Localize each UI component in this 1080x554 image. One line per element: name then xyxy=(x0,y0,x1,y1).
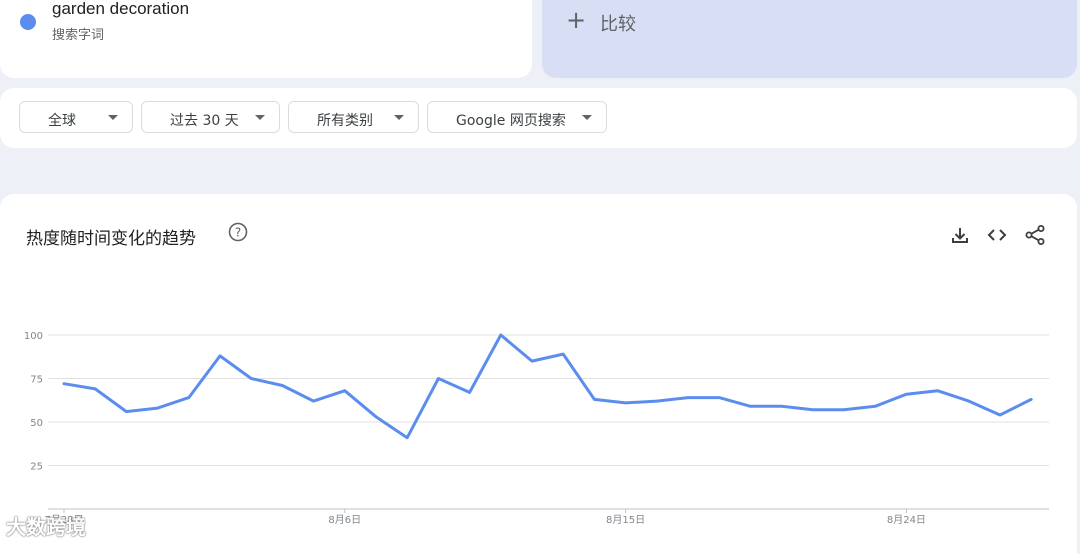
search-type-filter-label: Google 网页搜索 xyxy=(456,113,566,129)
data-point[interactable] xyxy=(432,373,444,385)
data-point[interactable] xyxy=(807,404,819,416)
search-type-filter[interactable]: Google 网页搜索 xyxy=(427,101,607,133)
plus-icon: + xyxy=(566,6,587,34)
data-point[interactable] xyxy=(464,386,476,398)
chart-title: 热度随时间变化的趋势 xyxy=(26,229,196,249)
time-range-filter[interactable]: 过去 30 天 xyxy=(141,101,280,133)
search-term-name[interactable]: garden decoration xyxy=(52,0,189,19)
watermark-logo: 大数跨境 xyxy=(6,515,86,539)
data-point[interactable] xyxy=(370,411,382,423)
search-term-card[interactable]: garden decoration 搜索字词 xyxy=(0,0,532,78)
data-point[interactable] xyxy=(588,393,600,405)
x-tick-label: 8月6日 xyxy=(328,514,361,526)
y-tick-label: 50 xyxy=(30,418,43,429)
x-tick-label: 8月24日 xyxy=(887,514,926,526)
data-point[interactable] xyxy=(152,402,164,414)
time-range-filter-label: 过去 30 天 xyxy=(170,113,239,129)
data-point[interactable] xyxy=(214,350,226,362)
data-point[interactable] xyxy=(682,392,694,404)
category-filter-label: 所有类别 xyxy=(317,113,373,129)
series-color-dot xyxy=(20,14,36,30)
data-point[interactable] xyxy=(308,395,320,407)
data-point[interactable] xyxy=(526,355,538,367)
region-filter[interactable]: 全球 xyxy=(19,101,133,133)
category-filter[interactable]: 所有类别 xyxy=(288,101,419,133)
compare-label: 比较 xyxy=(600,14,636,35)
data-point[interactable] xyxy=(744,400,756,412)
interest-over-time-card: 热度随时间变化的趋势 ? 25 50 75 100 7月28日 8月6日 8月15日 8月2… xyxy=(0,194,1077,554)
svg-text:?: ? xyxy=(235,225,241,239)
data-point[interactable] xyxy=(276,379,288,391)
region-filter-label: 全球 xyxy=(48,113,76,129)
data-point[interactable] xyxy=(651,395,663,407)
y-tick-label: 25 xyxy=(30,462,43,473)
data-point[interactable] xyxy=(339,385,351,397)
caret-down-icon xyxy=(582,115,592,120)
filter-bar: 全球 过去 30 天 所有类别 Google 网页搜索 xyxy=(0,88,1077,148)
data-point[interactable] xyxy=(557,348,569,360)
download-icon[interactable] xyxy=(949,224,971,246)
data-point[interactable] xyxy=(495,329,507,341)
data-point[interactable] xyxy=(932,385,944,397)
trend-line-chart: 255075100 7月28日 8月6日 8月15日 8月24日 xyxy=(24,329,1049,526)
data-point[interactable] xyxy=(776,400,788,412)
search-term-subtitle: 搜索字词 xyxy=(52,28,105,43)
data-point[interactable] xyxy=(120,406,132,418)
data-point[interactable] xyxy=(1025,393,1037,405)
caret-down-icon xyxy=(255,115,265,120)
data-point[interactable] xyxy=(869,400,881,412)
x-tick-label: 8月15日 xyxy=(606,514,645,526)
data-point[interactable] xyxy=(183,392,195,404)
help-circle-icon[interactable]: ? xyxy=(228,222,248,242)
embed-code-icon[interactable] xyxy=(986,224,1008,246)
data-point[interactable] xyxy=(620,397,632,409)
data-point[interactable] xyxy=(245,373,257,385)
data-point[interactable] xyxy=(401,432,413,444)
y-tick-label: 75 xyxy=(30,375,43,386)
caret-down-icon xyxy=(108,115,118,120)
data-point[interactable] xyxy=(89,383,101,395)
y-tick-label: 100 xyxy=(24,331,43,342)
data-point[interactable] xyxy=(838,404,850,416)
data-point[interactable] xyxy=(994,409,1006,421)
data-point[interactable] xyxy=(58,378,70,390)
share-icon[interactable] xyxy=(1024,224,1046,246)
data-point[interactable] xyxy=(713,392,725,404)
compare-button[interactable]: + 比较 xyxy=(542,0,1077,78)
caret-down-icon xyxy=(394,115,404,120)
data-point[interactable] xyxy=(900,388,912,400)
data-point[interactable] xyxy=(963,395,975,407)
